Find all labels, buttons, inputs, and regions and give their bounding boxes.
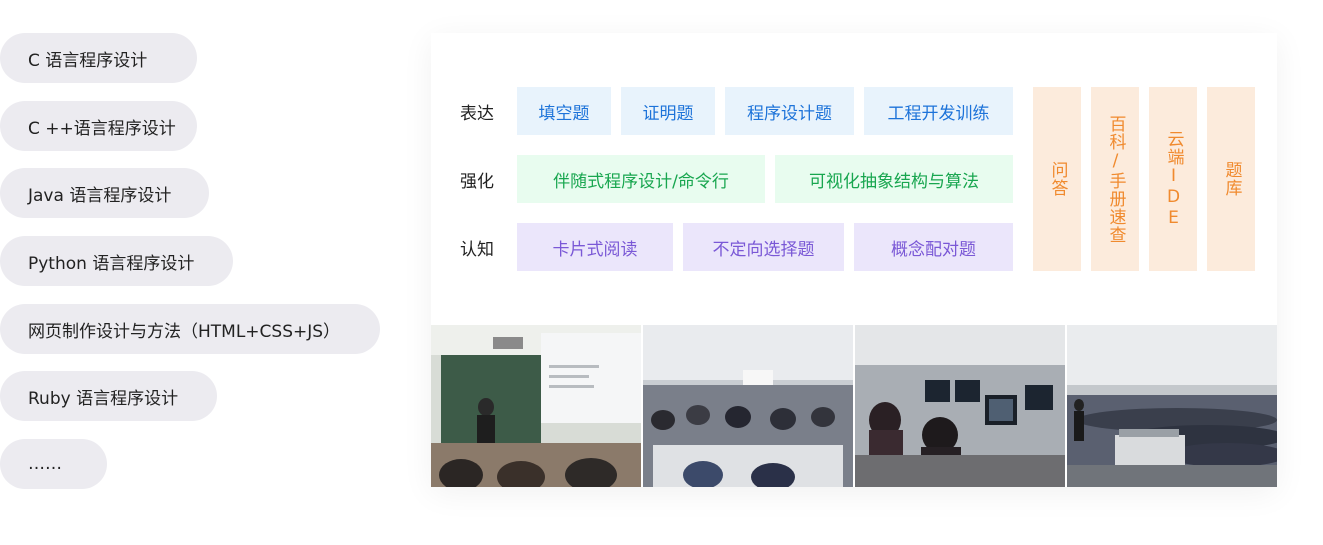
photo-strip	[431, 325, 1277, 487]
tag-fill-blank[interactable]: 填空题	[517, 87, 611, 135]
side-tag-question-bank[interactable]: 题库	[1207, 87, 1255, 271]
course-more[interactable]: ……	[0, 439, 107, 489]
course-java[interactable]: Java 语言程序设计	[0, 168, 209, 218]
course-list: C 语言程序设计 C ++语言程序设计 Java 语言程序设计 Python 语…	[0, 0, 400, 545]
tag-proof[interactable]: 证明题	[621, 87, 715, 135]
side-tag-qa[interactable]: 问答	[1033, 87, 1081, 271]
tag-companion-programming[interactable]: 伴随式程序设计/命令行	[517, 155, 765, 203]
side-tag-reference[interactable]: 百科/手册速查	[1091, 87, 1139, 271]
row-label-reinforce: 强化	[460, 171, 494, 192]
tag-concept-matching[interactable]: 概念配对题	[854, 223, 1013, 271]
side-tag-reference-label: 百科/手册速查	[1105, 114, 1126, 244]
tag-visual-algorithms[interactable]: 可视化抽象结构与算法	[775, 155, 1013, 203]
side-tag-question-bank-label: 题库	[1221, 161, 1242, 197]
row-label-cognition: 认知	[460, 239, 494, 260]
course-cpp[interactable]: C ++语言程序设计	[0, 101, 197, 151]
row-label-express: 表达	[460, 103, 494, 124]
classroom-students-photo	[643, 325, 853, 487]
course-python[interactable]: Python 语言程序设计	[0, 236, 233, 286]
side-tag-cloud-ide[interactable]: 云端IDE	[1149, 87, 1197, 271]
lecture-hall-photo	[1067, 325, 1277, 487]
course-ruby[interactable]: Ruby 语言程序设计	[0, 371, 217, 421]
course-c[interactable]: C 语言程序设计	[0, 33, 197, 83]
classroom-lecture-photo	[431, 325, 641, 487]
tag-card-reading[interactable]: 卡片式阅读	[517, 223, 673, 271]
side-tag-cloud-ide-label: 云端IDE	[1163, 129, 1184, 229]
tag-multiple-choice[interactable]: 不定向选择题	[683, 223, 844, 271]
tag-engineering[interactable]: 工程开发训练	[864, 87, 1013, 135]
tag-programming[interactable]: 程序设计题	[725, 87, 854, 135]
feature-card: 表达 填空题 证明题 程序设计题 工程开发训练 强化 伴随式程序设计/命令行 可…	[431, 33, 1277, 487]
course-web[interactable]: 网页制作设计与方法（HTML+CSS+JS）	[0, 304, 380, 354]
computer-lab-photo	[855, 325, 1065, 487]
side-tag-qa-label: 问答	[1047, 161, 1068, 197]
